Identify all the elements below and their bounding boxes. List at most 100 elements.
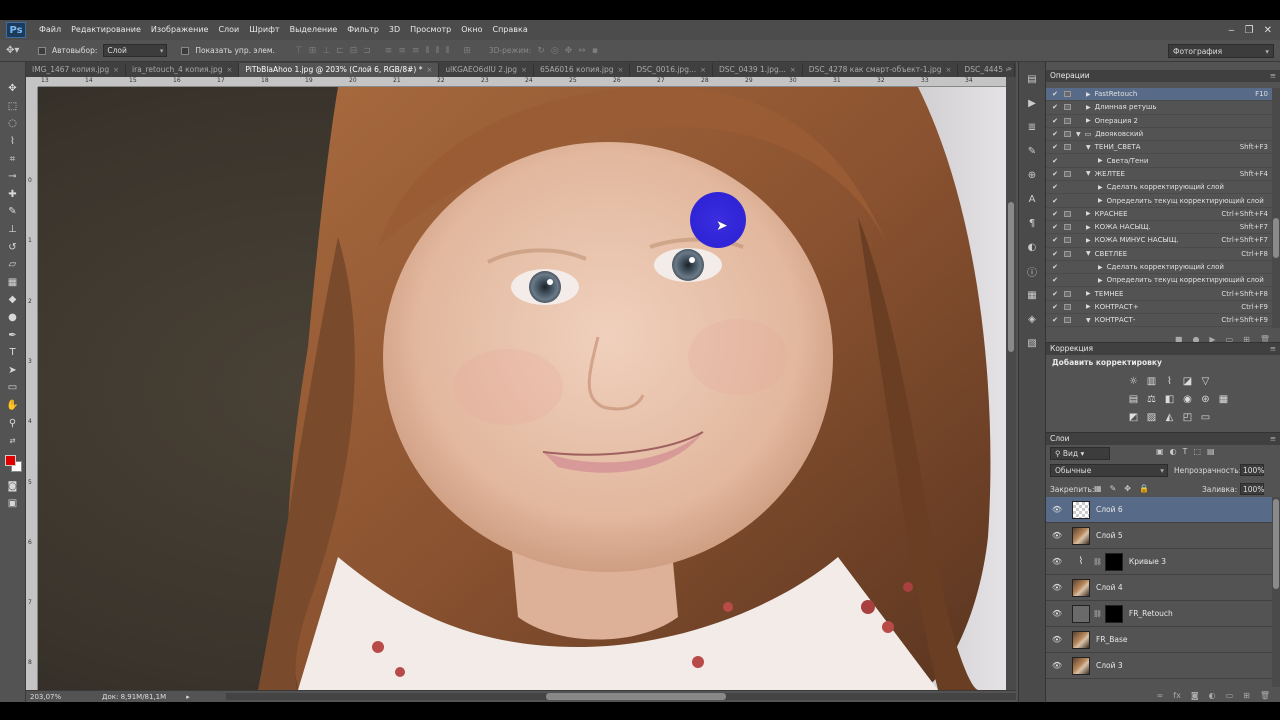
properties-icon[interactable]: ≣ [1023, 118, 1041, 136]
collapsed-arrow-icon[interactable]: ▶ [1086, 117, 1091, 124]
filter-type-icon[interactable]: T [1183, 447, 1188, 456]
align-right-icon[interactable]: ⊐ [363, 46, 371, 56]
character-icon[interactable]: A [1023, 190, 1041, 208]
zoom-tool-icon[interactable]: ⚲ [3, 414, 23, 432]
quick-mask-icon[interactable]: ◙ [3, 477, 23, 495]
mask-link-icon[interactable]: ⛓ [1093, 558, 1102, 566]
panel-menu-icon[interactable]: ≡ [1270, 343, 1276, 355]
action-item[interactable]: ✔ ▶ ТЕМНЕЕ Ctrl+Shft+F8 [1046, 287, 1272, 301]
action-item[interactable]: ✔ ▶ Сделать корректирующий слой [1046, 181, 1272, 195]
gradient-map-icon[interactable]: ▭ [1198, 410, 1213, 425]
layer-thumbnail[interactable] [1072, 630, 1090, 649]
autoselect-dropdown[interactable]: Слой [103, 44, 168, 57]
mask-link-icon[interactable]: ⛓ [1093, 610, 1102, 618]
visibility-eye-icon[interactable]: 👁 [1050, 583, 1064, 592]
dialog-toggle-icon[interactable] [1063, 249, 1072, 258]
toggle-check-icon[interactable]: ✔ [1050, 130, 1060, 138]
minimize-icon[interactable]: ‒ [1228, 25, 1234, 36]
posterize-icon[interactable]: ▨ [1144, 410, 1159, 425]
collapsed-arrow-icon[interactable]: ▶ [1086, 237, 1091, 244]
action-item[interactable]: ✔ ▶ Сделать корректирующий слой [1046, 261, 1272, 275]
toggle-check-icon[interactable]: ✔ [1050, 263, 1060, 271]
expanded-arrow-icon[interactable]: ▼ [1086, 317, 1091, 324]
history-brush-tool-icon[interactable]: ↺ [3, 238, 23, 256]
menu-select[interactable]: Выделение [285, 20, 343, 40]
action-item[interactable]: ✔ ▼ КОНТРАСТ- Ctrl+Shft+F9 [1046, 314, 1272, 328]
add-mask-icon[interactable]: ◙ [1191, 691, 1199, 700]
scroll-thumb[interactable] [1273, 499, 1279, 589]
lock-transparent-icon[interactable]: ▦ [1094, 484, 1102, 493]
close-tab-icon[interactable]: × [790, 66, 796, 74]
auto-align-icon[interactable]: ⊞ [463, 46, 471, 56]
expanded-arrow-icon[interactable]: ▼ [1086, 250, 1091, 257]
action-item[interactable]: ✔ ▼ ▭ Двояковский [1046, 128, 1272, 142]
path-select-tool-icon[interactable]: ➤ [3, 362, 23, 380]
dialog-toggle-icon[interactable] [1063, 183, 1072, 192]
dialog-toggle-icon[interactable] [1063, 276, 1072, 285]
toggle-check-icon[interactable]: ✔ [1050, 183, 1060, 191]
move-tool-icon[interactable]: ✥ [3, 80, 23, 98]
toggle-check-icon[interactable]: ✔ [1050, 236, 1060, 244]
close-tab-icon[interactable]: × [426, 66, 432, 74]
curves-icon[interactable]: ⌇ [1162, 374, 1177, 389]
action-item[interactable]: ✔ ▼ СВЕТЛЕЕ Ctrl+F8 [1046, 248, 1272, 261]
collapsed-arrow-icon[interactable]: ▶ [1086, 224, 1091, 231]
delete-layer-icon[interactable]: 🗑 [1260, 691, 1270, 700]
action-item[interactable]: ✔ ▶ КОЖА НАСЫЩ. Shft+F7 [1046, 221, 1272, 235]
layer-row[interactable]: 👁 Слой 6 [1046, 497, 1272, 523]
restore-icon[interactable]: ❐ [1245, 25, 1254, 36]
menu-file[interactable]: Файл [34, 20, 66, 40]
curves-adjustment-icon[interactable]: ⌇ [1072, 553, 1090, 571]
menu-3d[interactable]: 3D [384, 20, 405, 40]
toggle-check-icon[interactable]: ✔ [1050, 290, 1060, 298]
toggle-check-icon[interactable]: ✔ [1050, 117, 1060, 125]
doc-tab[interactable]: DSC_0439 1.jpg... × [713, 63, 803, 77]
exposure-icon[interactable]: ◪ [1180, 374, 1195, 389]
layer-row[interactable]: 👁 ⛓ FR_Retouch [1046, 601, 1272, 627]
color-icon[interactable]: ◐ [1023, 238, 1041, 256]
distribute-left-icon[interactable]: ⦀ [425, 46, 429, 56]
invert-icon[interactable]: ◩ [1126, 410, 1141, 425]
layer-row[interactable]: 👁 Слой 5 [1046, 523, 1272, 549]
foreground-color[interactable] [4, 455, 16, 467]
clone-source-icon[interactable]: ⊕ [1023, 166, 1041, 184]
action-item[interactable]: ✔ ▶ FastRetouch F10 [1046, 88, 1272, 102]
eraser-tool-icon[interactable]: ▱ [3, 256, 23, 274]
navigator-icon[interactable]: ◈ [1023, 310, 1041, 328]
3d-rotate-icon[interactable]: ↻ [537, 46, 545, 56]
layer-style-icon[interactable]: fx [1173, 691, 1181, 700]
menu-help[interactable]: Справка [487, 20, 532, 40]
action-item[interactable]: ✔ ▶ Длинная ретушь [1046, 101, 1272, 115]
expanded-arrow-icon[interactable]: ▼ [1086, 170, 1091, 177]
menu-window[interactable]: Окно [456, 20, 487, 40]
doc-tab[interactable]: ulKGAEO6dIU 2.jpg × [439, 63, 534, 77]
menu-image[interactable]: Изображение [146, 20, 214, 40]
screen-mode-icon[interactable]: ▣ [3, 495, 23, 513]
visibility-eye-icon[interactable]: 👁 [1050, 661, 1064, 670]
dialog-toggle-icon[interactable] [1063, 196, 1072, 205]
doc-tab-active[interactable]: PiTbBlaAhoo 1.jpg @ 203% (Слой 6, RGB/8#… [239, 63, 440, 77]
collapsed-arrow-icon[interactable]: ▶ [1086, 210, 1091, 217]
layer-mask-thumbnail[interactable] [1104, 604, 1123, 623]
crop-tool-icon[interactable]: ⌗ [3, 150, 23, 168]
action-item[interactable]: ✔ ▶ Света/Тени [1046, 154, 1272, 168]
ruler-horizontal[interactable]: 13 14 15 16 17 18 19 20 21 22 23 24 25 26 27 28 29 30 31 32… [38, 77, 1006, 87]
dialog-toggle-icon[interactable] [1063, 209, 1072, 218]
action-item[interactable]: ✔ ▼ ТЕНИ_СВЕТА Shft+F3 [1046, 141, 1272, 155]
dialog-toggle-icon[interactable] [1063, 169, 1072, 178]
threshold-icon[interactable]: ◭ [1162, 410, 1177, 425]
brush-presets-icon[interactable]: ✎ [1023, 142, 1041, 160]
align-bottom-icon[interactable]: ⊥ [322, 46, 330, 56]
collapsed-arrow-icon[interactable]: ▶ [1086, 104, 1091, 111]
brightness-icon[interactable]: ☼ [1126, 374, 1141, 389]
layer-thumbnail[interactable] [1072, 526, 1090, 545]
actions-icon[interactable]: ▶ [1023, 94, 1041, 112]
visibility-eye-icon[interactable]: 👁 [1050, 505, 1064, 514]
visibility-eye-icon[interactable]: 👁 [1050, 557, 1064, 566]
action-item[interactable]: ✔ ▶ Операция 2 [1046, 115, 1272, 128]
dialog-toggle-icon[interactable] [1063, 236, 1072, 245]
action-item[interactable]: ✔ ▶ Определить текущ корректирующий слой [1046, 274, 1272, 288]
panel-menu-icon[interactable]: ≡ [1270, 433, 1276, 445]
selective-color-icon[interactable]: ◰ [1180, 410, 1195, 425]
collapsed-arrow-icon[interactable]: ▶ [1086, 290, 1091, 297]
